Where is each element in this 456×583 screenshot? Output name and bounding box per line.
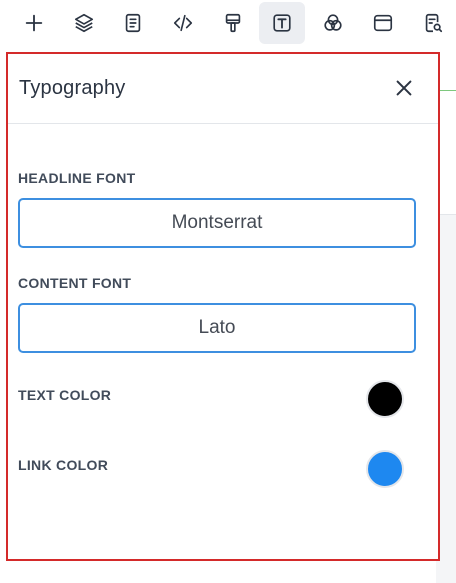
text-color-swatch[interactable] xyxy=(366,380,404,418)
close-button[interactable] xyxy=(390,74,418,102)
styles-button[interactable] xyxy=(210,2,256,44)
panel-title: Typography xyxy=(19,77,126,99)
pages-button[interactable] xyxy=(110,2,156,44)
layers-button[interactable] xyxy=(61,2,107,44)
document-icon xyxy=(125,13,141,33)
content-font-label: CONTENT FONT xyxy=(18,275,132,291)
seo-button[interactable] xyxy=(410,2,456,44)
typography-button[interactable] xyxy=(259,2,305,44)
add-button[interactable] xyxy=(11,2,57,44)
paint-roller-icon xyxy=(225,13,241,33)
color-circles-icon xyxy=(324,14,342,31)
content-font-select[interactable]: Lato xyxy=(18,303,416,353)
typography-icon xyxy=(273,14,291,32)
layout-button[interactable] xyxy=(360,2,406,44)
code-button[interactable] xyxy=(160,2,206,44)
typography-panel: Typography HEADLINE FONT Montserrat CONT… xyxy=(6,52,440,561)
link-color-swatch[interactable] xyxy=(366,450,404,488)
code-icon xyxy=(173,14,193,32)
headline-font-label: HEADLINE FONT xyxy=(18,170,136,186)
link-color-label: LINK COLOR xyxy=(18,457,109,473)
close-icon xyxy=(396,80,412,96)
plus-icon xyxy=(25,14,43,32)
panel-header: Typography xyxy=(8,54,438,124)
text-color-label: TEXT COLOR xyxy=(18,387,112,403)
layers-icon xyxy=(74,13,94,33)
page-search-icon xyxy=(425,13,443,33)
colors-button[interactable] xyxy=(310,2,356,44)
toolbar xyxy=(0,0,456,46)
browser-window-icon xyxy=(373,14,393,32)
headline-font-select[interactable]: Montserrat xyxy=(18,198,416,248)
